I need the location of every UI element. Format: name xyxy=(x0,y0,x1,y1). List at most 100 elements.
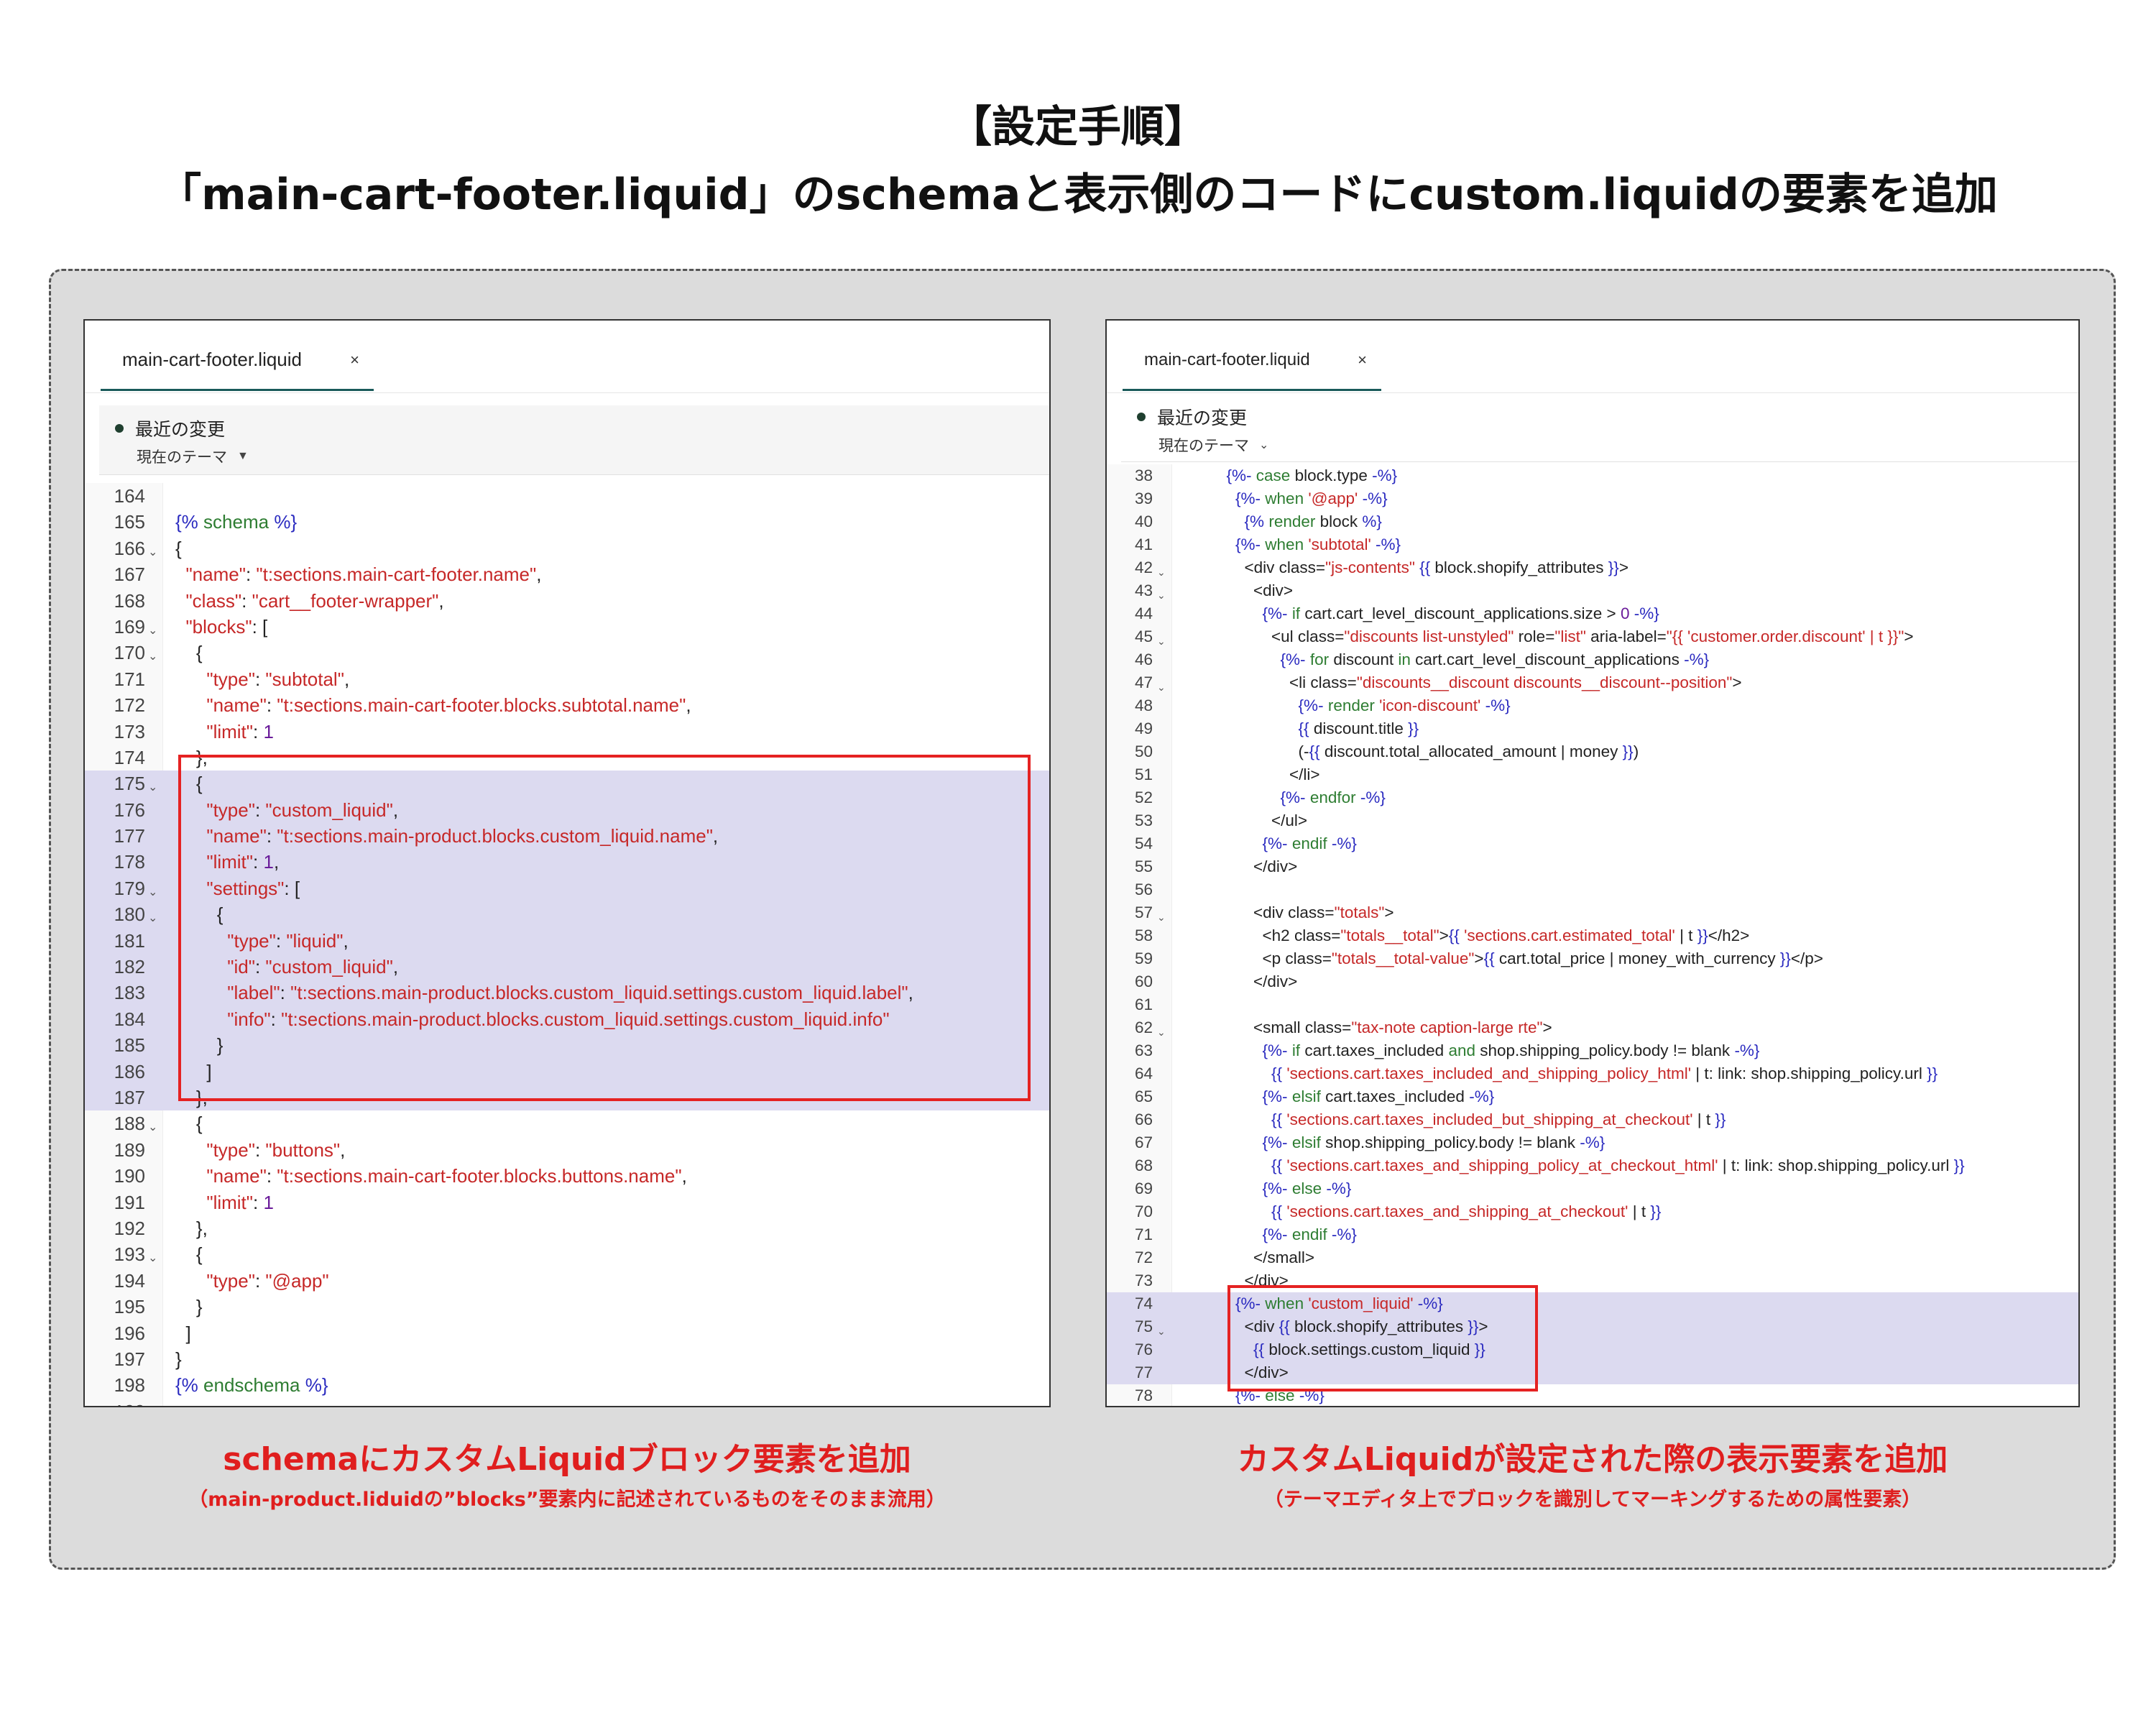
code-line[interactable]: 42 ⌄ <div class="js-contents" {{ block.sh… xyxy=(1107,556,2078,579)
editor-panel-render: main-cart-footer.liquid × 最近の変更 現在のテーマ ⌄… xyxy=(1105,319,2080,1407)
code-line[interactable]: 167 "name": "t:sections.main-cart-footer… xyxy=(85,561,1049,587)
code-line[interactable]: 51 </li> xyxy=(1107,763,2078,786)
code-line[interactable]: 165 {% schema %} xyxy=(85,509,1049,535)
line-number: 64 xyxy=(1134,1064,1153,1082)
code-text: {% render block %} xyxy=(1244,512,1382,530)
code-line[interactable]: 50 (-{{ discount.total_allocated_amount … xyxy=(1107,740,2078,763)
code-line[interactable]: 40 {% render block %} xyxy=(1107,510,2078,533)
code-line[interactable]: 65 {%- elsif cart.taxes_included -%} xyxy=(1107,1085,2078,1108)
tab-main-cart-footer[interactable]: main-cart-footer.liquid × xyxy=(101,331,374,391)
caption-right-main: カスタムLiquidが設定された際の表示要素を追加 xyxy=(1237,1441,1948,1478)
line-number: 55 xyxy=(1134,857,1153,875)
code-line[interactable]: 62 ⌄ <small class="tax-note caption-large… xyxy=(1107,1016,2078,1039)
code-line[interactable]: 195 } xyxy=(85,1294,1049,1320)
code-line[interactable]: 70 {{ 'sections.cart.taxes_and_shipping_… xyxy=(1107,1200,2078,1223)
line-number: 174 xyxy=(114,746,145,768)
code-line[interactable]: 173 "limit": 1 xyxy=(85,719,1049,745)
line-number: 44 xyxy=(1134,604,1153,622)
code-line[interactable]: 46 {%- for discount in cart.cart_level_d… xyxy=(1107,648,2078,671)
code-text: "name": "t:sections.main-cart-footer.nam… xyxy=(185,564,542,586)
code-line[interactable]: 198 {% endschema %} xyxy=(85,1372,1049,1398)
line-number: 168 xyxy=(114,589,145,612)
code-line[interactable]: 60 </div> xyxy=(1107,970,2078,993)
code-line[interactable]: 168 "class": "cart__footer-wrapper", xyxy=(85,588,1049,614)
code-line[interactable]: 169 ⌄ "blocks": [ xyxy=(85,614,1049,640)
code-text: <div class="js-contents" {{ block.shopif… xyxy=(1181,558,1628,576)
code-text: <h2 class="totals__total">{{ 'sections.c… xyxy=(1181,926,1750,944)
caret-down-icon: ▼ xyxy=(237,450,249,462)
code-line[interactable]: 49 {{ discount.title }} xyxy=(1107,717,2078,740)
code-line[interactable]: 166 ⌄{ xyxy=(85,535,1049,561)
code-line[interactable]: 172 "name": "t:sections.main-cart-footer… xyxy=(85,692,1049,718)
code-text: { xyxy=(175,1113,203,1135)
theme-selector[interactable]: 現在のテーマ ▼ xyxy=(137,446,249,467)
code-line[interactable]: 192 }, xyxy=(85,1215,1049,1241)
code-editor[interactable]: 38 {%- case block.type -%} 39 {%- when '@… xyxy=(1107,464,2078,1406)
line-number: 72 xyxy=(1134,1248,1153,1266)
line-number: 52 xyxy=(1134,788,1153,806)
line-number: 191 xyxy=(114,1191,145,1213)
recent-changes: 最近の変更 xyxy=(115,415,225,441)
code-line[interactable]: 193 ⌄ { xyxy=(85,1241,1049,1267)
code-line[interactable]: 170 ⌄ { xyxy=(85,640,1049,666)
line-number: 169 xyxy=(114,615,145,638)
line-number: 190 xyxy=(114,1165,145,1187)
chevron-down-icon: ⌄ xyxy=(1259,439,1269,451)
line-number: 183 xyxy=(85,980,145,1006)
line-number: 73 xyxy=(1134,1271,1153,1289)
code-line[interactable]: 71 {%- endif -%} xyxy=(1107,1223,2078,1246)
code-line[interactable]: 57 ⌄ <div class="totals"> xyxy=(1107,901,2078,924)
code-line[interactable]: 188 ⌄ { xyxy=(85,1110,1049,1136)
code-line[interactable]: 56 xyxy=(1107,878,2078,901)
code-text: {{ 'sections.cart.taxes_and_shipping_at_… xyxy=(1271,1202,1662,1220)
code-line[interactable]: 67 {%- elsif shop.shipping_policy.body !… xyxy=(1107,1131,2078,1154)
caption-left-main: schemaにカスタムLiquidブロック要素を追加 xyxy=(223,1441,911,1478)
code-line[interactable]: 53 </ul> xyxy=(1107,809,2078,832)
line-number: 175 xyxy=(85,770,145,797)
code-line[interactable]: 164 xyxy=(85,483,1049,509)
code-line[interactable]: 199 xyxy=(85,1399,1049,1406)
close-icon[interactable]: × xyxy=(1358,351,1367,369)
close-icon[interactable]: × xyxy=(350,351,359,369)
code-text: "name": "t:sections.main-cart-footer.blo… xyxy=(206,694,691,717)
code-line[interactable]: 72 </small> xyxy=(1107,1246,2078,1269)
code-line[interactable]: 191 "limit": 1 xyxy=(85,1190,1049,1215)
code-line[interactable]: 190 "name": "t:sections.main-cart-footer… xyxy=(85,1163,1049,1189)
code-line[interactable]: 52 {%- endfor -%} xyxy=(1107,786,2078,809)
code-line[interactable]: 47 ⌄ <li class="discounts__discount disco… xyxy=(1107,671,2078,694)
code-line[interactable]: 68 {{ 'sections.cart.taxes_and_shipping_… xyxy=(1107,1154,2078,1177)
code-line[interactable]: 45 ⌄ <ul class="discounts list-unstyled" … xyxy=(1107,625,2078,648)
code-text: {%- for discount in cart.cart_level_disc… xyxy=(1280,650,1710,668)
code-line[interactable]: 66 {{ 'sections.cart.taxes_included_but_… xyxy=(1107,1108,2078,1131)
line-number: 199 xyxy=(85,1399,145,1406)
code-text: {%- case block.type -%} xyxy=(1226,466,1398,484)
code-line[interactable]: 54 {%- endif -%} xyxy=(1107,832,2078,855)
line-number: 193 xyxy=(114,1243,145,1266)
line-number: 48 xyxy=(1134,696,1153,714)
theme-selector[interactable]: 現在のテーマ ⌄ xyxy=(1158,434,1268,456)
code-text: {%- elsif shop.shipping_policy.body != b… xyxy=(1262,1133,1606,1151)
code-line[interactable]: 171 "type": "subtotal", xyxy=(85,666,1049,692)
code-line[interactable]: 197} xyxy=(85,1346,1049,1372)
code-text: </div> xyxy=(1181,857,1298,875)
code-line[interactable]: 69 {%- else -%} xyxy=(1107,1177,2078,1200)
code-line[interactable]: 38 {%- case block.type -%} xyxy=(1107,464,2078,487)
code-line[interactable]: 196 ] xyxy=(85,1320,1049,1346)
code-line[interactable]: 59 <p class="totals__total-value">{{ car… xyxy=(1107,947,2078,970)
code-line[interactable]: 194 "type": "@app" xyxy=(85,1268,1049,1294)
code-line[interactable]: 48 {%- render 'icon-discount' -%} xyxy=(1107,694,2078,717)
line-number: 78 xyxy=(1134,1386,1153,1404)
code-line[interactable]: 55 </div> xyxy=(1107,855,2078,878)
code-line[interactable]: 44 {%- if cart.cart_level_discount_appli… xyxy=(1107,602,2078,625)
code-line[interactable]: 64 {{ 'sections.cart.taxes_included_and_… xyxy=(1107,1062,2078,1085)
code-line[interactable]: 39 {%- when '@app' -%} xyxy=(1107,487,2078,510)
code-line[interactable]: 189 "type": "buttons", xyxy=(85,1137,1049,1163)
line-number: 63 xyxy=(1134,1041,1153,1059)
code-line[interactable]: 41 {%- when 'subtotal' -%} xyxy=(1107,533,2078,556)
code-line[interactable]: 63 {%- if cart.taxes_included and shop.s… xyxy=(1107,1039,2078,1062)
line-number: 56 xyxy=(1134,880,1153,898)
code-line[interactable]: 43 ⌄ <div> xyxy=(1107,579,2078,602)
tab-main-cart-footer[interactable]: main-cart-footer.liquid × xyxy=(1123,331,1381,391)
code-line[interactable]: 58 <h2 class="totals__total">{{ 'section… xyxy=(1107,924,2078,947)
code-line[interactable]: 61 xyxy=(1107,993,2078,1016)
